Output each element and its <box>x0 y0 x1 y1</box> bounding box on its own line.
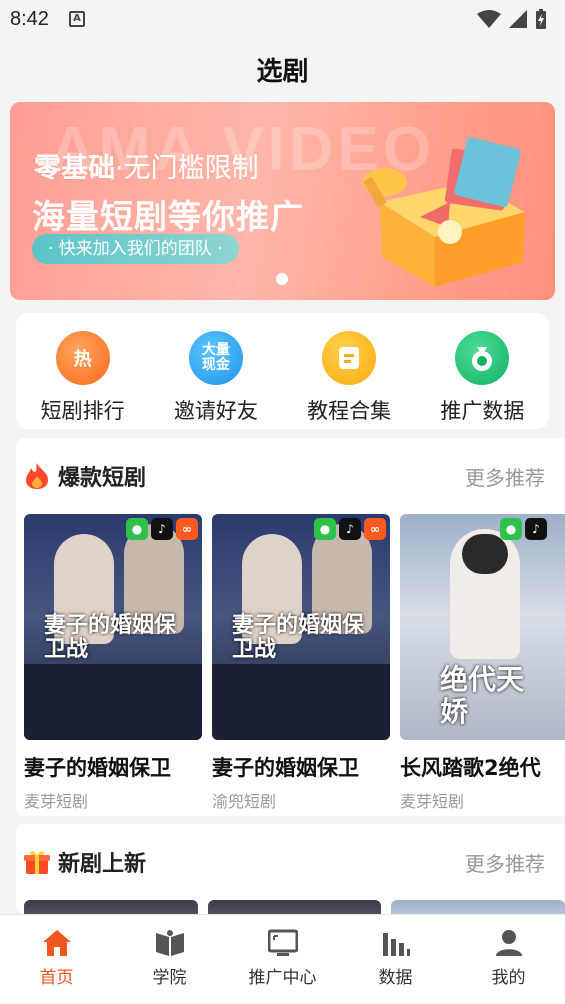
drama-card[interactable]: 妻子的婚姻保卫战 ● ♪ ∞ 妻子的婚姻保卫 渝兜短剧 <box>212 514 390 812</box>
douyin-icon: ♪ <box>151 518 173 540</box>
quick-action-label: 教程合集 <box>307 399 392 423</box>
quick-action-stats[interactable]: 推广数据 <box>416 313 549 429</box>
tab-home[interactable]: 首页 <box>0 915 113 1004</box>
section-title: 爆款短剧 <box>58 466 147 491</box>
status-indicators <box>477 9 547 29</box>
signal-icon <box>509 10 527 28</box>
book-icon <box>155 930 184 956</box>
tab-label: 首页 <box>39 968 74 988</box>
monitor-icon <box>267 929 298 956</box>
wechat-icon: ● <box>500 518 522 540</box>
douyin-icon: ♪ <box>525 518 547 540</box>
platform-badges: ● ♪ ∞ <box>126 518 198 540</box>
hot-glyph: 热 <box>73 349 92 370</box>
tab-label: 学院 <box>152 968 187 988</box>
join-team-pill[interactable]: · 快来加入我们的团队 · <box>32 234 239 264</box>
drama-poster[interactable]: 妻子的婚姻保卫战 ● ♪ ∞ <box>212 514 390 740</box>
douyin-icon: ♪ <box>339 518 361 540</box>
cash-glyph: 大量现金 <box>201 342 230 373</box>
platform-badges: ● ♪ <box>500 518 547 540</box>
status-time: 8:42 <box>10 7 49 30</box>
poster-title: 妻子的婚姻保卫战 <box>44 613 177 662</box>
drama-source: 麦芽短剧 <box>400 792 465 811</box>
money-bag-icon <box>455 331 510 385</box>
page-title: 选剧 <box>256 56 309 87</box>
banner-headline-bold: 零基础 <box>34 153 115 184</box>
drama-source: 麦芽短剧 <box>24 792 89 811</box>
tab-academy[interactable]: 学院 <box>113 915 226 1004</box>
tab-label: 推广中心 <box>248 968 317 988</box>
more-recommend-link[interactable]: 更多推荐 <box>465 848 545 877</box>
gift-box-illustration <box>363 137 525 287</box>
bag-shape-icon <box>472 347 493 371</box>
drama-poster[interactable] <box>24 900 198 914</box>
drama-poster[interactable] <box>391 900 565 914</box>
bottom-tab-bar: 首页 学院 推广中心 数据 我的 <box>0 914 565 1004</box>
drama-title: 妻子的婚姻保卫 <box>24 756 171 780</box>
tab-data[interactable]: 数据 <box>339 915 452 1004</box>
more-recommend-link[interactable]: 更多推荐 <box>465 462 545 491</box>
drama-poster[interactable]: 妻子的婚姻保卫战 ● ♪ ∞ <box>24 514 202 740</box>
fire-icon <box>26 463 48 489</box>
banner-slogan: 海量短剧等你推广 <box>32 197 304 236</box>
status-bar: 8:42 A <box>0 0 565 38</box>
hot-icon: 热 <box>55 331 110 385</box>
tab-profile[interactable]: 我的 <box>452 915 565 1004</box>
drama-source: 渝兜短剧 <box>212 792 277 811</box>
tab-label: 数据 <box>378 968 413 988</box>
kuaishou-icon: ∞ <box>364 518 386 540</box>
bar-chart-icon <box>382 933 410 956</box>
section-header: 爆款短剧 更多推荐 <box>16 438 565 514</box>
drama-poster[interactable]: 绝代天娇 ● ♪ <box>400 514 565 740</box>
quick-action-tutorials[interactable]: 教程合集 <box>283 313 416 429</box>
promo-banner[interactable]: AMA VIDEO 零基础·无门槛限制 海量短剧等你推广 · 快来加入我们的团队… <box>10 102 555 300</box>
poster-hair <box>462 534 508 574</box>
drama-title: 妻子的婚姻保卫 <box>212 756 359 780</box>
home-icon <box>42 930 71 956</box>
drama-card-row <box>16 900 565 914</box>
quick-action-ranking[interactable]: 热 短剧排行 <box>16 313 149 429</box>
header: 选剧 <box>0 38 565 100</box>
kuaishou-icon: ∞ <box>176 518 198 540</box>
poster-strip <box>212 664 390 740</box>
quick-action-label: 邀请好友 <box>173 399 258 423</box>
wechat-icon: ● <box>314 518 336 540</box>
new-dramas-section: 新剧上新 更多推荐 <box>16 824 565 914</box>
poster-title: 绝代天娇 <box>440 663 525 728</box>
tab-promotion-center[interactable]: 推广中心 <box>226 915 339 1004</box>
banner-headline-light: ·无门槛限制 <box>115 153 259 184</box>
user-icon <box>495 930 522 956</box>
poster-title: 妻子的婚姻保卫战 <box>232 613 365 662</box>
poster-strip <box>24 664 202 740</box>
wechat-icon: ● <box>126 518 148 540</box>
battery-icon <box>536 9 546 29</box>
gift-icon <box>24 851 50 874</box>
drama-card-row: 妻子的婚姻保卫战 ● ♪ ∞ 妻子的婚姻保卫 麦芽短剧 妻子的婚姻保卫战 ● ♪… <box>16 514 565 812</box>
quick-actions-panel: 热 短剧排行 大量现金 邀请好友 教程合集 推广数据 <box>16 313 549 429</box>
section-title: 新剧上新 <box>58 852 147 877</box>
carousel-indicator[interactable] <box>276 273 288 285</box>
cash-icon: 大量现金 <box>188 331 243 385</box>
drama-card[interactable]: 绝代天娇 ● ♪ 长风踏歌2绝代 麦芽短剧 <box>400 514 565 812</box>
wifi-icon <box>477 10 501 28</box>
drama-title: 长风踏歌2绝代 <box>400 756 541 780</box>
quick-action-label: 短剧排行 <box>40 399 125 423</box>
tab-label: 我的 <box>491 968 526 988</box>
tutorial-icon <box>322 331 377 385</box>
hot-dramas-section: 爆款短剧 更多推荐 妻子的婚姻保卫战 ● ♪ ∞ 妻子的婚姻保卫 麦芽短剧 妻子… <box>16 438 565 816</box>
platform-badges: ● ♪ ∞ <box>314 518 386 540</box>
notification-icon: A <box>68 11 85 27</box>
document-icon <box>339 347 360 369</box>
banner-headline: 零基础·无门槛限制 <box>34 146 259 185</box>
drama-poster[interactable] <box>207 900 382 914</box>
quick-action-label: 推广数据 <box>440 399 525 423</box>
section-header: 新剧上新 更多推荐 <box>16 824 565 900</box>
quick-action-invite[interactable]: 大量现金 邀请好友 <box>149 313 282 429</box>
drama-card[interactable]: 妻子的婚姻保卫战 ● ♪ ∞ 妻子的婚姻保卫 麦芽短剧 <box>24 514 202 812</box>
